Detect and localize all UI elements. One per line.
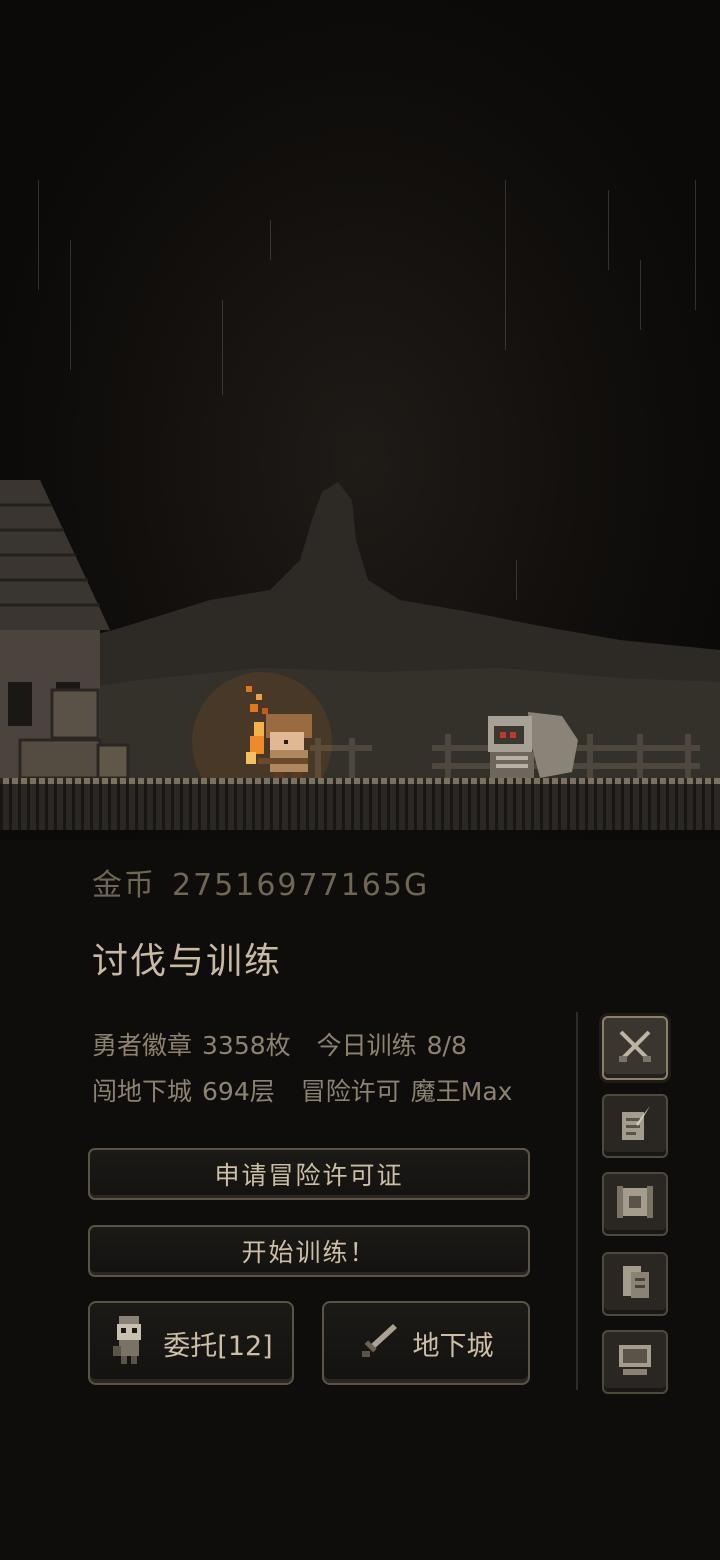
map-icon xyxy=(615,1184,655,1224)
license-value: 魔王Max xyxy=(410,1077,513,1106)
training-label: 今日训练 xyxy=(316,1031,417,1060)
ground xyxy=(0,778,720,830)
side-quest-log-button[interactable] xyxy=(602,1094,668,1158)
dungeon-value: 694层 xyxy=(202,1077,275,1106)
start-training-button[interactable]: 开始训练！ xyxy=(88,1225,530,1277)
side-computer-button[interactable] xyxy=(602,1330,668,1394)
crossed-swords-icon xyxy=(615,1026,655,1070)
apply-license-button[interactable]: 申请冒险许可证 xyxy=(88,1148,530,1200)
side-document-button[interactable] xyxy=(602,1252,668,1316)
license-label: 冒险许可 xyxy=(300,1077,401,1106)
scroll-quill-icon xyxy=(616,1104,654,1148)
gold-display: 金币 275169771​65G xyxy=(92,860,429,904)
section-title: 讨伐与训练 xyxy=(92,941,283,982)
dungeon-button[interactable]: 地下城 xyxy=(322,1301,530,1385)
divider xyxy=(576,1012,578,1390)
side-crossed-swords-button[interactable] xyxy=(602,1016,668,1080)
gold-label: 金币 xyxy=(92,868,156,903)
dungeon-label: 地下城 xyxy=(412,1330,494,1362)
document-icon xyxy=(617,1262,653,1306)
badge-value: 3358枚 xyxy=(202,1031,291,1060)
commission-button[interactable]: 委托[12] xyxy=(88,1301,294,1385)
computer-icon xyxy=(615,1341,655,1383)
scene-art xyxy=(0,480,720,812)
game-scene xyxy=(0,0,720,840)
dungeon-label: 闯地下城 xyxy=(92,1077,193,1106)
badge-label: 勇者徽章 xyxy=(92,1031,193,1060)
stats-row-1: 勇者徽章 3358枚 今日训练 8/8 xyxy=(92,1026,477,1062)
stats-row-2: 闯地下城 694层 冒险许可 魔王Max xyxy=(92,1072,522,1108)
side-map-button[interactable] xyxy=(602,1172,668,1236)
sword-icon xyxy=(359,1320,399,1367)
skull-knight-icon xyxy=(109,1314,149,1373)
enemy-sprite xyxy=(488,712,578,778)
training-value: 8/8 xyxy=(426,1031,467,1060)
gold-value: 275169771​65G xyxy=(172,868,430,903)
commission-label: 委托[12] xyxy=(163,1330,273,1362)
